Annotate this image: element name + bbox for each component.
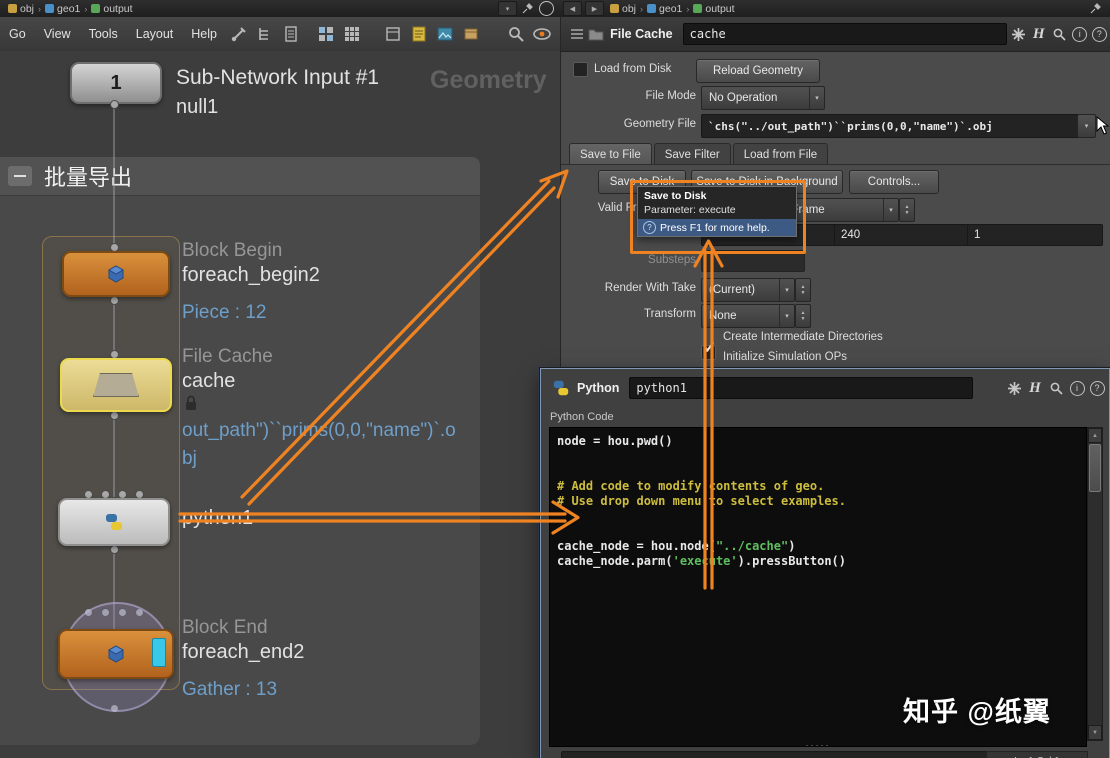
end-node-name: foreach_end2	[182, 641, 304, 664]
subnet-input-number: 1	[110, 72, 121, 95]
cache-node-name: cache	[182, 370, 235, 393]
lock-icon	[184, 395, 198, 411]
substeps-label: Substeps	[561, 254, 696, 266]
subnet-input-node[interactable]: 1	[70, 62, 162, 104]
search-icon[interactable]	[1045, 377, 1067, 399]
transform-label: Transform	[561, 308, 696, 320]
houdini-window: obj › geo1 › output ▾ ◀ ▶ obj › geo1 › o…	[0, 0, 1110, 758]
load-from-disk-checkbox[interactable]	[573, 62, 588, 77]
begin-node-type-label: Block Begin	[182, 240, 282, 262]
houdini-h-icon[interactable]: H	[1025, 377, 1045, 399]
resize-grip[interactable]: ·····	[549, 740, 1087, 750]
frame-increment-field[interactable]: 1	[967, 224, 1103, 246]
python-logo-icon	[104, 512, 124, 532]
panel-menu-icon[interactable]	[567, 24, 587, 44]
tab-save-filter[interactable]: Save Filter	[654, 143, 731, 165]
file-cache-node[interactable]	[60, 358, 172, 412]
metadata-cube-icon	[106, 264, 126, 284]
info-icon[interactable]: i	[1070, 23, 1090, 45]
info-icon[interactable]: i	[1067, 377, 1087, 399]
load-from-disk-label: Load from Disk	[594, 63, 671, 75]
mouse-cursor	[1096, 116, 1110, 136]
chevron-down-icon: ▾	[779, 279, 794, 301]
valid-frame-spinner[interactable]: ▲▼	[899, 198, 915, 222]
foreach-begin-node[interactable]	[62, 251, 170, 297]
houdini-h-icon[interactable]: H	[1029, 23, 1049, 45]
frame-end-field[interactable]: 240	[834, 224, 970, 246]
code-filter-field[interactable]	[561, 751, 989, 758]
node-type-title: File Cache	[610, 27, 673, 41]
python-node-name-field[interactable]: python1	[629, 377, 973, 399]
controls-button[interactable]: Controls...	[849, 170, 939, 194]
end-node-meta: Gather : 13	[182, 679, 277, 701]
render-take-spinner[interactable]: ▲▼	[795, 278, 811, 302]
python-node[interactable]	[58, 498, 170, 546]
file-cache-node-icon	[93, 373, 139, 397]
cache-node-type-label: File Cache	[182, 346, 273, 368]
subnet-input-name: null1	[176, 96, 218, 119]
connector-dot[interactable]	[110, 296, 119, 305]
scroll-up-icon[interactable]: ▲	[1088, 428, 1102, 443]
gear-menu-icon[interactable]	[1003, 377, 1025, 399]
chevron-down-icon: ▾	[883, 199, 898, 221]
render-with-take-dropdown[interactable]: (Current)▾	[701, 278, 795, 302]
python-node-name: python1	[182, 507, 253, 530]
search-icon[interactable]	[1048, 23, 1070, 45]
connector-dot[interactable]	[110, 545, 119, 554]
create-intermediate-directories-checkbox[interactable]: ✓	[701, 345, 716, 360]
watermark: 知乎 @纸翼	[903, 690, 1051, 729]
end-node-type-label: Block End	[182, 617, 268, 639]
file-cache-icon	[587, 24, 607, 44]
create-intermediate-directories-label: Create Intermediate Directories	[723, 331, 883, 343]
help-icon[interactable]: ?	[1087, 377, 1107, 399]
tab-divider	[561, 164, 1110, 165]
python-logo-icon	[549, 376, 573, 400]
python-node-type-title: Python	[577, 381, 619, 395]
chevron-down-icon: ▾	[809, 87, 824, 109]
help-icon[interactable]: ?	[1089, 23, 1109, 45]
node-name-field[interactable]: cache	[683, 23, 1008, 45]
tab-load-from-file[interactable]: Load from File	[733, 143, 829, 165]
connector-dot[interactable]	[110, 411, 119, 420]
cache-node-path-line2: bj	[182, 448, 197, 470]
initialize-simulation-ops-label: Initialize Simulation OPs	[723, 351, 847, 363]
begin-node-name: foreach_begin2	[182, 264, 320, 287]
cache-node-path-line1: out_path")``prims(0,0,"name")`.o	[182, 420, 456, 442]
python-panel-header: Python python1 H i ?	[541, 373, 1107, 403]
tab-save-to-file[interactable]: Save to File	[569, 143, 652, 165]
network-type-watermark: Geometry	[430, 66, 547, 95]
cursor-position-indicator: Ln 1 Col 1	[986, 751, 1088, 758]
transform-dropdown[interactable]: None▾	[701, 304, 795, 328]
scrollbar-thumb[interactable]	[1089, 444, 1101, 492]
geometry-file-field[interactable]: `chs("../out_path")``prims(0,0,"name")`.…	[701, 114, 1083, 138]
check-mark-icon: ✓	[703, 338, 716, 358]
gear-menu-icon[interactable]	[1007, 23, 1029, 45]
chevron-down-icon: ▾	[1078, 115, 1095, 137]
parameter-tabs: Save to File Save Filter Load from File	[569, 143, 830, 165]
reload-geometry-button[interactable]: Reload Geometry	[696, 59, 820, 83]
python-code-label: Python Code	[550, 411, 614, 423]
transform-spinner[interactable]: ▲▼	[795, 304, 811, 328]
annotation-highlight-box	[630, 180, 806, 254]
parameter-panel-header: File Cache cache H i ?	[561, 17, 1110, 52]
file-mode-label: File Mode	[561, 90, 696, 102]
chevron-down-icon: ▾	[779, 305, 794, 327]
metadata-cube-icon	[106, 644, 126, 664]
subnet-input-title: Sub-Network Input #1	[176, 66, 379, 90]
file-mode-dropdown[interactable]: No Operation▾	[701, 86, 825, 110]
geometry-file-menu-button[interactable]: ▾	[1077, 114, 1096, 138]
scroll-down-icon[interactable]: ▼	[1088, 725, 1102, 740]
geometry-file-label: Geometry File	[561, 118, 696, 130]
begin-node-meta: Piece : 12	[182, 302, 267, 324]
connector-dot[interactable]	[110, 100, 119, 109]
render-with-take-label: Render With Take	[561, 282, 696, 294]
code-scrollbar[interactable]: ▲ ▼	[1087, 427, 1103, 741]
display-flag[interactable]	[152, 638, 166, 667]
